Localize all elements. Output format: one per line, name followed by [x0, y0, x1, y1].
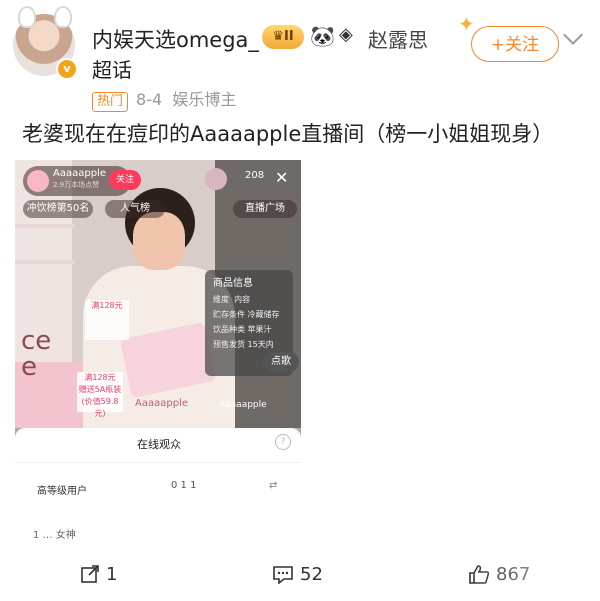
follow-button[interactable]: +关注 [471, 26, 559, 62]
snap-button[interactable]: 点歌 [263, 352, 299, 372]
divider [15, 462, 301, 463]
member-level-text: II [283, 29, 294, 44]
avatar-frame-ear [54, 6, 72, 28]
product-row: 贮存条件 冷藏储存 [213, 309, 280, 320]
rank-label[interactable]: 冲饮榜第50名 [23, 200, 93, 218]
box-brand: Aaaaapple [219, 400, 267, 410]
host-face [133, 212, 185, 270]
plaza-button[interactable]: 直播广场 [233, 200, 297, 218]
post-text: 老婆现在在痘印的Aaaaapple直播间（榜一小姐姐现身） [22, 122, 554, 146]
hot-tag: 热门 [92, 92, 129, 112]
channel-name: Aaaaapple [53, 168, 106, 179]
sheet-title: 在线观众 [137, 438, 181, 451]
product-row-value: 冷藏储存 [247, 310, 280, 319]
sort-icon[interactable]: ⇄ [269, 480, 277, 491]
repost-count: 1 [106, 564, 118, 585]
product-row-key: 贮存条件 [213, 310, 245, 319]
high-level-users-label: 高等级用户 [37, 486, 87, 497]
post-image[interactable]: ce e Aaaaapple Aaaaapple 满128元 满128元 赠送5A… [15, 160, 301, 556]
help-icon[interactable]: ? [275, 434, 291, 450]
product-row: 预售发货 15天内 [213, 339, 274, 350]
price-tag: 满128元 [85, 300, 129, 340]
viewer-avatar[interactable] [205, 168, 227, 190]
live-follow-button[interactable]: 关注 [109, 170, 141, 190]
price-tag-text: 满128元 [84, 373, 116, 382]
repost-button[interactable]: 1 [80, 564, 117, 585]
comment-button[interactable]: 52 [272, 564, 323, 585]
comment-icon [273, 566, 293, 585]
product-row-key: 饮品种类 [213, 325, 245, 334]
price-tag-gift: 满128元 赠送5A瓶装 (价值59.8元) [77, 372, 123, 418]
product-row-value: 内容 [234, 295, 251, 304]
product-row-key: 维度 [213, 295, 229, 304]
product-info-title: 商品信息 [213, 278, 253, 289]
price-tag-text: 赠送5A瓶装 [78, 385, 122, 394]
viewer-row[interactable]: 1 … 女神 [33, 526, 76, 541]
member-level-badge: ♛II [262, 25, 304, 49]
popularity-label[interactable]: 人气榜 [105, 200, 165, 218]
shelf [15, 224, 75, 228]
product-row: 饮品种类 苹果汁 [213, 324, 272, 335]
verified-badge-icon: v [56, 58, 78, 80]
source-name[interactable]: 赵露思 [368, 24, 428, 53]
repost-icon [81, 565, 99, 583]
channel-subtitle: 2.9万本场点赞 [53, 181, 100, 189]
watermark-overlay [470, 560, 600, 601]
diamond-icon: ◈ [339, 24, 353, 45]
post-meta: 热门 8-4 娱乐博主 [92, 86, 236, 112]
viewer-count[interactable]: 208 [245, 170, 264, 181]
supertopic-label[interactable]: 超话 [92, 54, 132, 83]
price-tag-text: 满128元 [91, 301, 123, 310]
product-row-value: 苹果汁 [247, 325, 272, 334]
post-date: 8-4 [136, 90, 163, 109]
product-row: 维度 内容 [213, 294, 250, 305]
user-level-counts: 0 1 1 [171, 480, 197, 491]
username[interactable]: 内娱天选omega_ [92, 24, 259, 54]
panda-icon: 🐼 [310, 24, 335, 48]
comment-count: 52 [300, 564, 323, 585]
shelf [15, 260, 75, 264]
pillow-brand: Aaaaapple [135, 398, 188, 409]
box-text: ce e [21, 328, 51, 380]
chevron-down-icon[interactable] [563, 25, 583, 45]
product-row-key: 预售发货 [213, 340, 245, 349]
crown-icon: ♛ [272, 29, 284, 44]
sparkle-icon: ✦ [458, 12, 475, 36]
close-icon[interactable]: ✕ [275, 168, 288, 187]
product-row-value: 15天内 [247, 340, 274, 349]
author-type: 娱乐博主 [172, 90, 237, 109]
box-text-line: e [21, 352, 37, 382]
channel-logo [27, 170, 49, 192]
avatar-frame-ear [18, 6, 36, 28]
